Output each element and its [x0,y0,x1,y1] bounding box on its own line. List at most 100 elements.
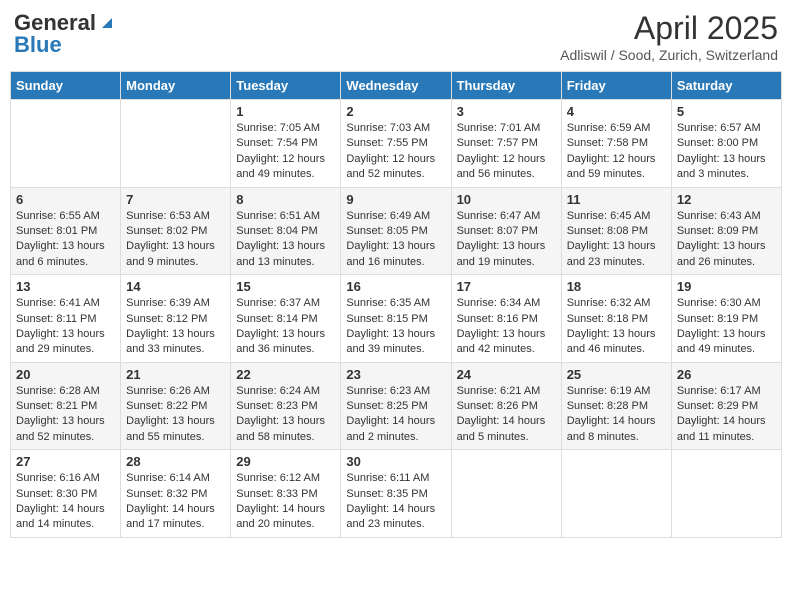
day-info: Sunrise: 6:14 AM Sunset: 8:32 PM Dayligh… [126,471,225,533]
calendar-cell: 3 Sunrise: 7:01 AM Sunset: 7:57 PM Daylig… [451,100,561,188]
day-info: Sunrise: 6:49 AM Sunset: 8:05 PM Dayligh… [346,209,445,271]
day-number: 19 [677,279,776,294]
day-number: 4 [567,104,666,119]
calendar-cell: 22Sunrise: 6:24 AM Sunset: 8:23 PM Dayli… [231,362,341,450]
calendar-cell: 9 Sunrise: 6:49 AM Sunset: 8:05 PM Daylig… [341,187,451,275]
calendar-cell: 11 Sunrise: 6:45 AM Sunset: 8:08 PM Dayli… [561,187,671,275]
calendar-cell: 2 Sunrise: 7:03 AM Sunset: 7:55 PM Daylig… [341,100,451,188]
day-number: 18 [567,279,666,294]
day-number: 10 [457,192,556,207]
calendar-week-row: 27 Sunrise: 6:16 AM Sunset: 8:30 PM Dayli… [11,450,782,538]
calendar-cell: 6 Sunrise: 6:55 AM Sunset: 8:01 PM Daylig… [11,187,121,275]
day-info: Sunrise: 6:37 AM Sunset: 8:14 PM Dayligh… [236,296,335,358]
calendar-cell: 24 Sunrise: 6:21 AM Sunset: 8:26 PM Dayli… [451,362,561,450]
day-number: 30 [346,454,445,469]
day-info: Sunrise: 6:34 AM Sunset: 8:16 PM Dayligh… [457,296,556,358]
calendar-cell: 1 Sunrise: 7:05 AM Sunset: 7:54 PM Daylig… [231,100,341,188]
day-info: Sunrise: 6:53 AM Sunset: 8:02 PM Dayligh… [126,209,225,271]
calendar-cell: 25 Sunrise: 6:19 AM Sunset: 8:28 PM Dayli… [561,362,671,450]
day-number: 14 [126,279,225,294]
day-info: Sunrise: 6:32 AM Sunset: 8:18 PM Dayligh… [567,296,666,358]
calendar-cell: 8 Sunrise: 6:51 AM Sunset: 8:04 PM Daylig… [231,187,341,275]
day-info: Sunrise: 6:35 AM Sunset: 8:15 PM Dayligh… [346,296,445,358]
calendar-cell [671,450,781,538]
day-number: 13 [16,279,115,294]
calendar-cell: 18 Sunrise: 6:32 AM Sunset: 8:18 PM Dayli… [561,275,671,363]
day-of-week-header: Friday [561,72,671,100]
day-of-week-header: Saturday [671,72,781,100]
day-info: Sunrise: 6:12 AM Sunset: 8:33 PM Dayligh… [236,471,335,533]
day-of-week-header: Wednesday [341,72,451,100]
day-number: 9 [346,192,445,207]
day-of-week-header: Tuesday [231,72,341,100]
day-info: Sunrise: 6:55 AM Sunset: 8:01 PM Dayligh… [16,209,115,271]
day-info: Sunrise: 6:57 AM Sunset: 8:00 PM Dayligh… [677,121,776,183]
logo-triangle-icon [98,14,116,32]
calendar-header-row: SundayMondayTuesdayWednesdayThursdayFrid… [11,72,782,100]
calendar-cell [11,100,121,188]
day-info: Sunrise: 6:19 AM Sunset: 8:28 PM Dayligh… [567,384,666,446]
day-number: 28 [126,454,225,469]
day-info: Sunrise: 6:39 AM Sunset: 8:12 PM Dayligh… [126,296,225,358]
day-number: 20 [16,367,115,382]
calendar-cell: 12 Sunrise: 6:43 AM Sunset: 8:09 PM Dayli… [671,187,781,275]
title-block: April 2025 Adliswil / Sood, Zurich, Swit… [560,10,778,63]
page-header: General Blue April 2025 Adliswil / Sood,… [10,10,782,63]
calendar-cell: 13 Sunrise: 6:41 AM Sunset: 8:11 PM Dayli… [11,275,121,363]
day-info: Sunrise: 6:23 AM Sunset: 8:25 PM Dayligh… [346,384,445,446]
day-info: Sunrise: 6:45 AM Sunset: 8:08 PM Dayligh… [567,209,666,271]
day-info: Sunrise: 7:01 AM Sunset: 7:57 PM Dayligh… [457,121,556,183]
day-number: 29 [236,454,335,469]
day-info: Sunrise: 6:11 AM Sunset: 8:35 PM Dayligh… [346,471,445,533]
calendar-cell: 7 Sunrise: 6:53 AM Sunset: 8:02 PM Daylig… [121,187,231,275]
day-info: Sunrise: 6:59 AM Sunset: 7:58 PM Dayligh… [567,121,666,183]
calendar-cell: 27 Sunrise: 6:16 AM Sunset: 8:30 PM Dayli… [11,450,121,538]
calendar-cell: 4 Sunrise: 6:59 AM Sunset: 7:58 PM Daylig… [561,100,671,188]
day-number: 5 [677,104,776,119]
day-info: Sunrise: 7:05 AM Sunset: 7:54 PM Dayligh… [236,121,335,183]
day-number: 24 [457,367,556,382]
day-number: 1 [236,104,335,119]
calendar-cell: 14 Sunrise: 6:39 AM Sunset: 8:12 PM Dayli… [121,275,231,363]
calendar-cell: 10 Sunrise: 6:47 AM Sunset: 8:07 PM Dayli… [451,187,561,275]
calendar-week-row: 13 Sunrise: 6:41 AM Sunset: 8:11 PM Dayli… [11,275,782,363]
day-info: Sunrise: 6:21 AM Sunset: 8:26 PM Dayligh… [457,384,556,446]
day-info: Sunrise: 6:47 AM Sunset: 8:07 PM Dayligh… [457,209,556,271]
day-info: Sunrise: 7:03 AM Sunset: 7:55 PM Dayligh… [346,121,445,183]
day-number: 8 [236,192,335,207]
calendar-cell: 21 Sunrise: 6:26 AM Sunset: 8:22 PM Dayli… [121,362,231,450]
day-of-week-header: Thursday [451,72,561,100]
day-number: 6 [16,192,115,207]
day-number: 3 [457,104,556,119]
calendar-cell: 20 Sunrise: 6:28 AM Sunset: 8:21 PM Dayli… [11,362,121,450]
calendar-cell: 5 Sunrise: 6:57 AM Sunset: 8:00 PM Daylig… [671,100,781,188]
calendar-cell: 29 Sunrise: 6:12 AM Sunset: 8:33 PM Dayli… [231,450,341,538]
calendar-cell: 30 Sunrise: 6:11 AM Sunset: 8:35 PM Dayli… [341,450,451,538]
day-info: Sunrise: 6:43 AM Sunset: 8:09 PM Dayligh… [677,209,776,271]
calendar-cell [561,450,671,538]
day-number: 12 [677,192,776,207]
day-of-week-header: Monday [121,72,231,100]
calendar-cell: 28 Sunrise: 6:14 AM Sunset: 8:32 PM Dayli… [121,450,231,538]
calendar-table: SundayMondayTuesdayWednesdayThursdayFrid… [10,71,782,538]
calendar-cell: 17Sunrise: 6:34 AM Sunset: 8:16 PM Dayli… [451,275,561,363]
day-number: 2 [346,104,445,119]
calendar-title: April 2025 [560,10,778,47]
calendar-cell: 19Sunrise: 6:30 AM Sunset: 8:19 PM Dayli… [671,275,781,363]
day-info: Sunrise: 6:28 AM Sunset: 8:21 PM Dayligh… [16,384,115,446]
day-info: Sunrise: 6:41 AM Sunset: 8:11 PM Dayligh… [16,296,115,358]
day-number: 7 [126,192,225,207]
day-number: 15 [236,279,335,294]
day-info: Sunrise: 6:16 AM Sunset: 8:30 PM Dayligh… [16,471,115,533]
calendar-cell: 23 Sunrise: 6:23 AM Sunset: 8:25 PM Dayli… [341,362,451,450]
day-info: Sunrise: 6:26 AM Sunset: 8:22 PM Dayligh… [126,384,225,446]
day-number: 11 [567,192,666,207]
day-number: 25 [567,367,666,382]
calendar-week-row: 1 Sunrise: 7:05 AM Sunset: 7:54 PM Daylig… [11,100,782,188]
day-number: 23 [346,367,445,382]
day-number: 27 [16,454,115,469]
calendar-cell: 15 Sunrise: 6:37 AM Sunset: 8:14 PM Dayli… [231,275,341,363]
calendar-cell [121,100,231,188]
day-info: Sunrise: 6:51 AM Sunset: 8:04 PM Dayligh… [236,209,335,271]
day-number: 21 [126,367,225,382]
